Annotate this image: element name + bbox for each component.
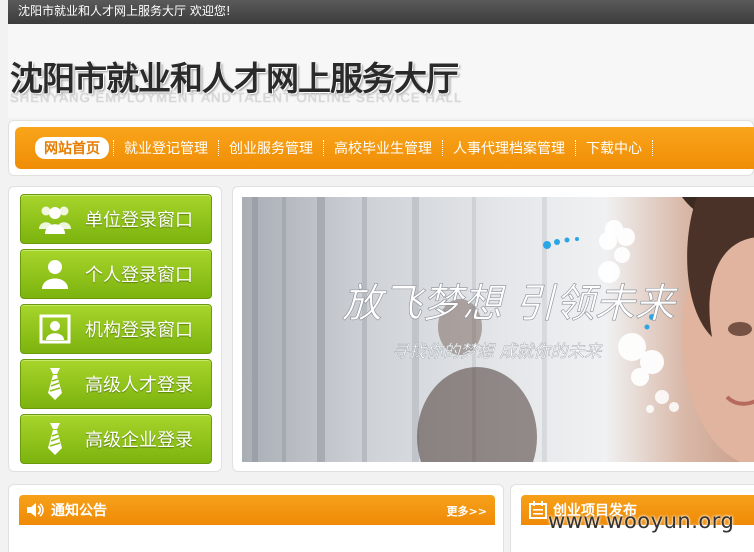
agency-login-label: 机构登录窗口	[85, 320, 193, 341]
senior-talent-login-button[interactable]: 高级人才登录	[20, 359, 212, 409]
welcome-text: 沈阳市就业和人才网上服务大厅 欢迎您!	[18, 4, 231, 18]
notice-panel-title: 通知公告	[51, 503, 107, 519]
personal-login-button[interactable]: 个人登录窗口	[20, 249, 212, 299]
nav-bar: 网站首页 就业登记管理 创业服务管理 高校毕业生管理 人事代理档案管理 下载中心	[15, 127, 754, 169]
nav-item-startup-services[interactable]: 创业服务管理	[219, 138, 323, 158]
senior-talent-login-label: 高级人才登录	[85, 375, 193, 396]
main-nav: 网站首页 就业登记管理 创业服务管理 高校毕业生管理 人事代理档案管理 下载中心	[8, 120, 754, 176]
company-login-label: 单位登录窗口	[85, 210, 193, 231]
banner-slogan: 放飞梦想 引领未来	[342, 281, 679, 327]
senior-enterprise-login-label: 高级企业登录	[85, 430, 193, 451]
tie-icon	[35, 421, 75, 457]
banner-tagline: 寻找你的梦想 成就你的未来	[392, 342, 603, 362]
person-icon	[35, 256, 75, 292]
nav-divider	[652, 140, 653, 156]
tie-icon	[35, 366, 75, 402]
banner-image: 放飞梦想 引领未来 寻找你的梦想 成就你的未来	[252, 197, 754, 462]
nav-item-personnel-archives[interactable]: 人事代理档案管理	[443, 138, 575, 158]
notice-more-link[interactable]: 更多>>	[447, 503, 487, 519]
site-header: 沈阳市就业和人才网上服务大厅 SHENYANG EMPLOYMENT AND T…	[8, 24, 754, 118]
nav-item-graduates[interactable]: 高校毕业生管理	[324, 138, 442, 158]
watermark: www.wooyun.org	[548, 509, 735, 533]
agency-login-button[interactable]: 机构登录窗口	[20, 304, 212, 354]
notice-panel: 通知公告 更多>>	[8, 484, 504, 552]
nav-item-home[interactable]: 网站首页	[35, 137, 109, 159]
group-icon	[35, 201, 75, 237]
company-login-button[interactable]: 单位登录窗口	[20, 194, 212, 244]
notice-panel-body	[23, 525, 491, 552]
calendar-icon	[529, 501, 547, 519]
login-panel: 单位登录窗口 个人登录窗口 机构登录窗口 高级人才登录 高级企业登录	[8, 186, 222, 472]
senior-enterprise-login-button[interactable]: 高级企业登录	[20, 414, 212, 464]
id-card-icon	[35, 311, 75, 347]
site-subtitle: SHENYANG EMPLOYMENT AND TALENT ONLINE SE…	[10, 90, 463, 105]
top-bar: 沈阳市就业和人才网上服务大厅 欢迎您!	[8, 0, 754, 24]
banner-panel: 放飞梦想 引领未来 寻找你的梦想 成就你的未来	[232, 186, 754, 472]
nav-item-download-center[interactable]: 下载中心	[576, 138, 652, 158]
personal-login-label: 个人登录窗口	[85, 265, 193, 286]
speaker-icon	[25, 501, 45, 519]
notice-panel-header: 通知公告 更多>>	[19, 495, 495, 525]
promo-banner[interactable]: 放飞梦想 引领未来 寻找你的梦想 成就你的未来	[242, 197, 754, 462]
nav-item-employment-registration[interactable]: 就业登记管理	[114, 138, 218, 158]
